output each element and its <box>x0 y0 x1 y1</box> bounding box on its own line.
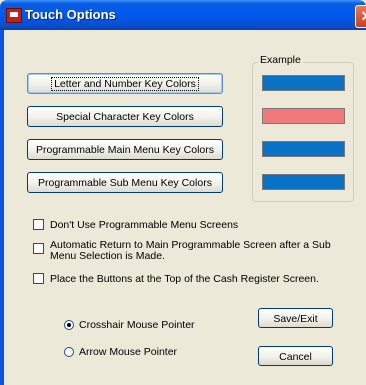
button-label: Programmable Sub Menu Key Colors <box>38 177 212 189</box>
special-character-colors-button[interactable]: Special Character Key Colors <box>27 106 223 127</box>
checkbox[interactable] <box>33 243 44 254</box>
window-border <box>0 30 4 385</box>
app-icon <box>6 8 22 23</box>
radio-label: Crosshair Mouse Pointer <box>79 319 195 331</box>
checkbox[interactable] <box>33 273 44 284</box>
checkbox-label: Place the Buttons at the Top of the Cash… <box>50 273 319 285</box>
checkbox[interactable] <box>33 219 44 230</box>
radio-label: Arrow Mouse Pointer <box>79 346 178 358</box>
letter-number-colors-button[interactable]: Letter and Number Key Colors <box>27 73 223 94</box>
main-menu-swatch <box>262 141 345 157</box>
main-menu-colors-button[interactable]: Programmable Main Menu Key Colors <box>27 139 223 160</box>
special-character-swatch <box>262 108 345 124</box>
radio-button[interactable] <box>64 347 74 357</box>
cancel-button[interactable]: Cancel <box>258 346 333 366</box>
sub-menu-swatch <box>262 174 345 190</box>
sub-menu-colors-button[interactable]: Programmable Sub Menu Key Colors <box>27 172 223 193</box>
checkbox-label: Don't Use Programmable Menu Screens <box>50 219 239 231</box>
radio-button[interactable] <box>64 320 74 330</box>
window-title: Touch Options <box>25 7 116 22</box>
save-exit-button[interactable]: Save/Exit <box>258 308 333 328</box>
button-label: Save/Exit <box>273 313 318 325</box>
button-label: Cancel <box>279 351 312 363</box>
title-bar[interactable]: Touch Options ✕ <box>0 0 366 30</box>
button-label: Special Character Key Colors <box>56 111 194 123</box>
button-label: Programmable Main Menu Key Colors <box>36 144 214 156</box>
button-label: Letter and Number Key Colors <box>51 77 199 91</box>
checkbox-label-line2: Menu Selection is Made. <box>50 250 165 262</box>
letter-number-swatch <box>262 75 345 91</box>
example-group-label: Example <box>258 54 303 66</box>
close-button[interactable]: ✕ <box>355 5 366 28</box>
